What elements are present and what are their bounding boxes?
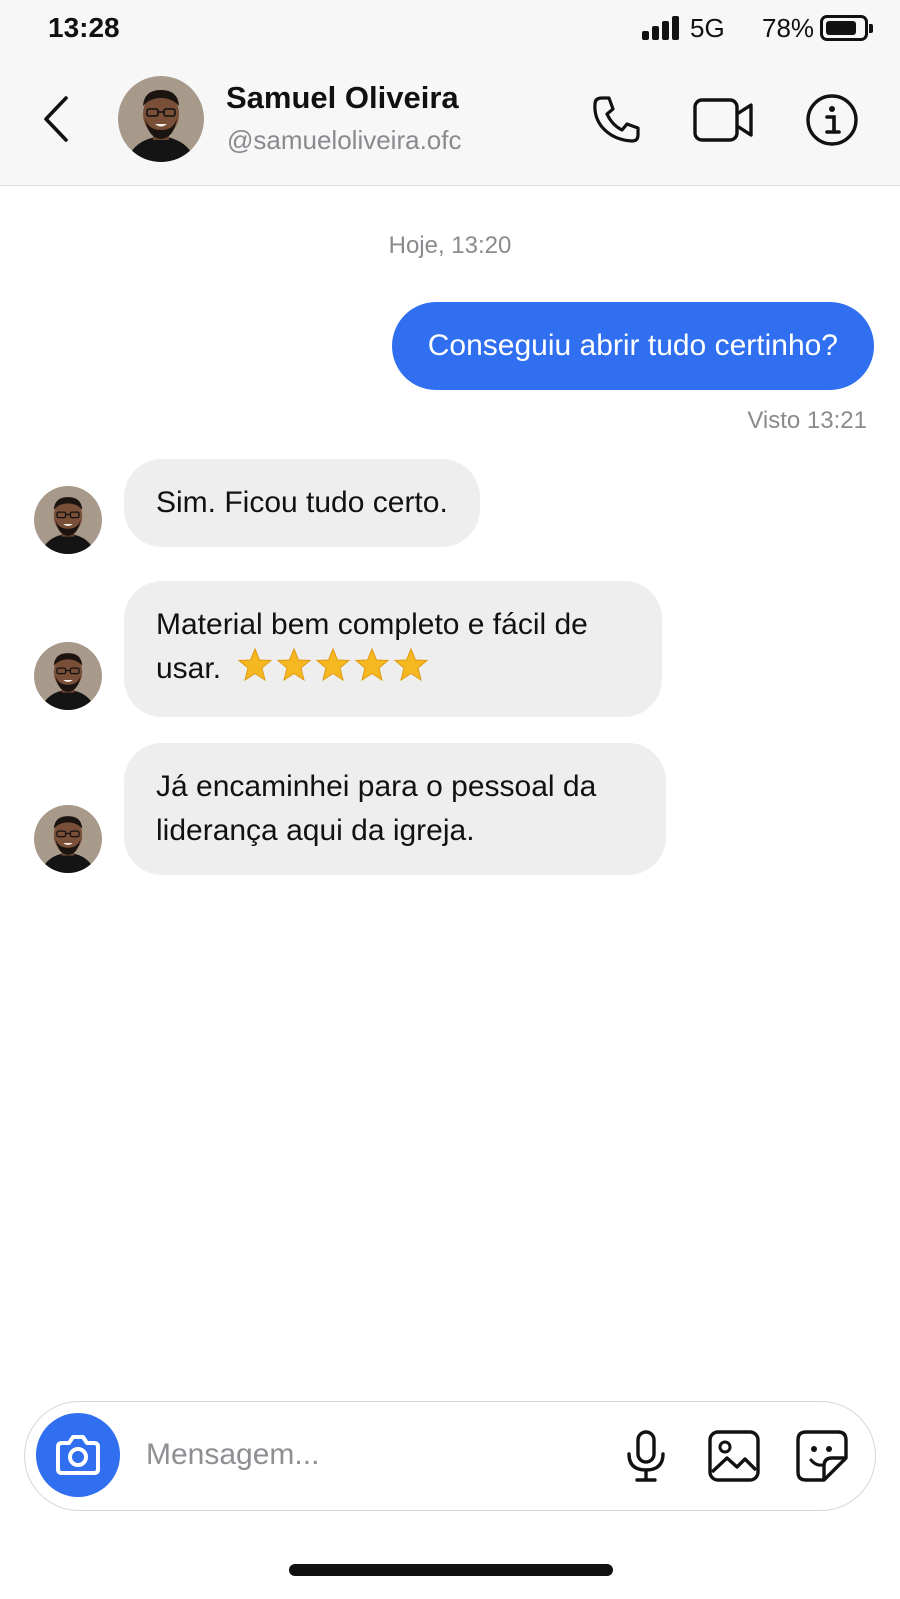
- star-icon: [277, 647, 312, 682]
- avatar[interactable]: [34, 805, 102, 873]
- avatar[interactable]: [34, 486, 102, 554]
- message-text: usar.: [156, 652, 222, 685]
- info-icon[interactable]: [804, 92, 860, 148]
- contact-name[interactable]: Samuel Oliveira: [226, 80, 459, 116]
- home-indicator: [289, 1564, 613, 1576]
- microphone-icon[interactable]: [618, 1428, 674, 1484]
- signal-icon: [642, 16, 680, 40]
- message-line-with-rating: usar.: [156, 647, 630, 695]
- battery-icon: [820, 15, 873, 41]
- contact-handle: @samueloliveira.ofc: [227, 125, 462, 155]
- message-line: Já encaminhei para o pessoal da: [156, 770, 597, 803]
- conversation-header: 13:28 5G 78% Samuel Oliveira @samueloliv…: [0, 0, 900, 186]
- star-icon: [238, 647, 273, 682]
- phone-icon[interactable]: [588, 92, 644, 148]
- back-arrow-icon[interactable]: [38, 94, 78, 144]
- day-separator: Hoje, 13:20: [388, 232, 512, 259]
- network-type: 5G: [690, 13, 725, 43]
- video-camera-icon[interactable]: [692, 92, 756, 148]
- camera-icon: [56, 1435, 100, 1475]
- camera-button[interactable]: [36, 1413, 120, 1497]
- star-rating: [237, 647, 432, 695]
- battery-percent: 78%: [762, 13, 815, 43]
- battery-fill: [826, 21, 856, 35]
- message-text: Sim. Ficou tudo certo.: [156, 486, 448, 519]
- sticker-icon[interactable]: [794, 1428, 850, 1484]
- message-line: liderança aqui da igreja.: [156, 814, 475, 847]
- gallery-icon[interactable]: [706, 1428, 762, 1484]
- message-line: Material bem completo e fácil de: [156, 608, 588, 641]
- star-icon: [316, 647, 351, 682]
- seen-status: Visto 13:21: [747, 407, 867, 434]
- message-input[interactable]: [146, 1430, 576, 1480]
- avatar[interactable]: [34, 642, 102, 710]
- status-time: 13:28: [48, 12, 120, 43]
- star-icon: [355, 647, 390, 682]
- incoming-message[interactable]: Já encaminhei para o pessoal da lideranç…: [124, 743, 666, 875]
- avatar[interactable]: [118, 76, 204, 162]
- incoming-message[interactable]: Material bem completo e fácil de usar.: [124, 581, 662, 717]
- outgoing-message[interactable]: Conseguiu abrir tudo certinho?: [391, 302, 874, 390]
- star-icon: [394, 647, 429, 682]
- incoming-message[interactable]: Sim. Ficou tudo certo.: [124, 459, 480, 547]
